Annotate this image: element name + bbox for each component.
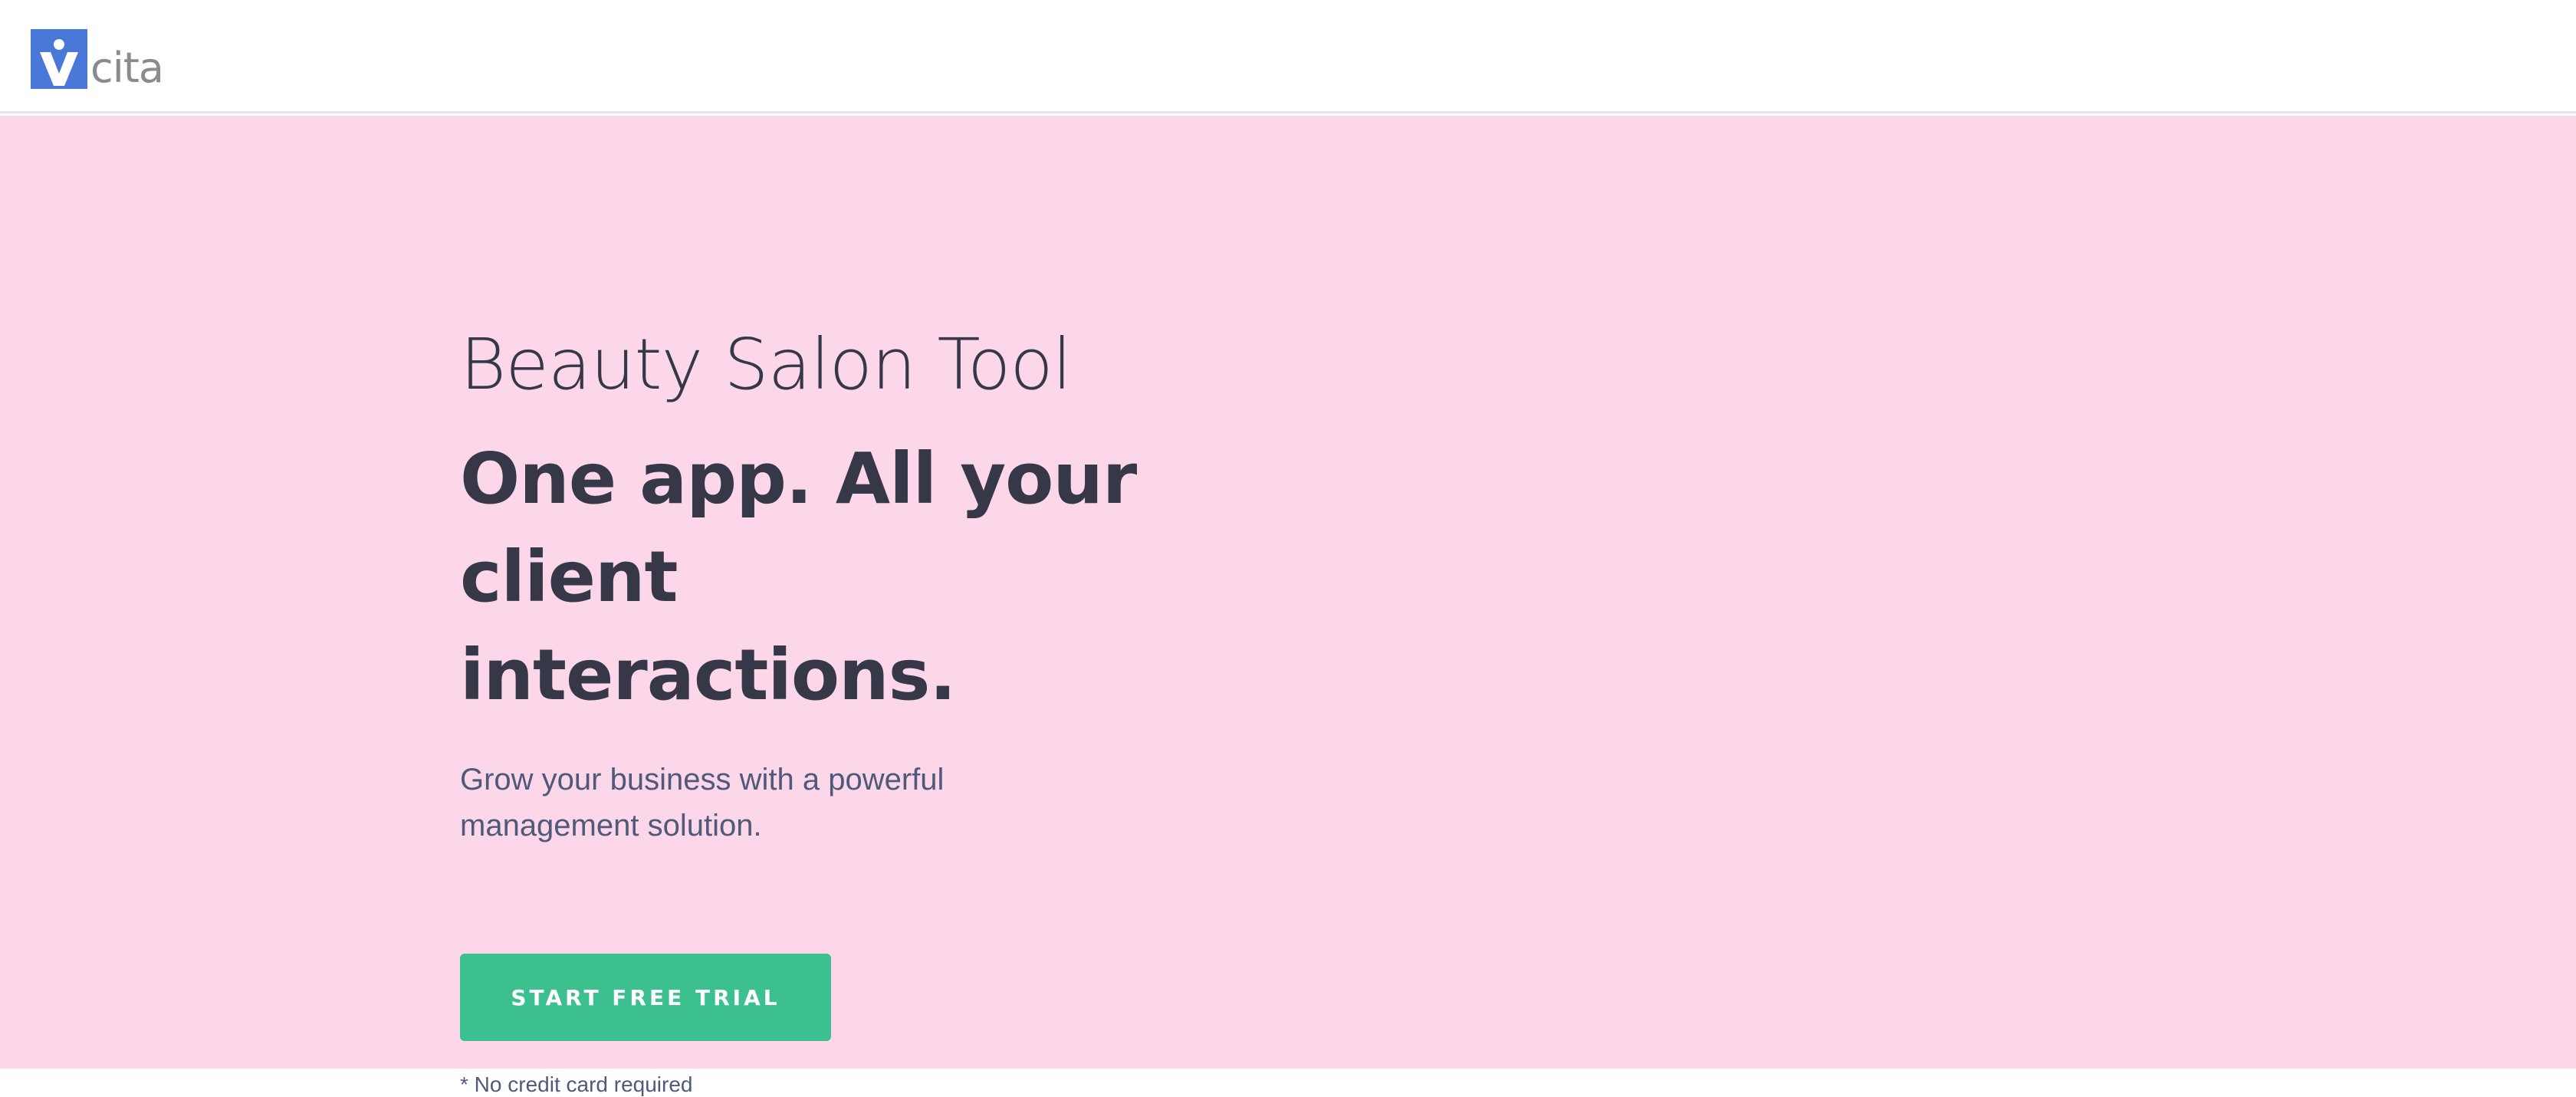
- logo-wordmark: cita: [90, 44, 164, 92]
- start-free-trial-button[interactable]: START FREE TRIAL: [460, 954, 831, 1041]
- hero-headline: One app. All your client interactions.: [460, 438, 1137, 717]
- page-title: Beauty Salon Tool: [460, 324, 1072, 406]
- top-header: cita: [0, 0, 2576, 113]
- hero-subtitle: Grow your business with a powerful manag…: [460, 763, 945, 843]
- vcita-logo-icon: [31, 29, 87, 89]
- vcita-logo[interactable]: cita: [31, 28, 164, 92]
- hero-content: Beauty Salon Tool One app. All your clie…: [460, 323, 1303, 1096]
- hero-section: Beauty Salon Tool One app. All your clie…: [0, 116, 2576, 1096]
- no-credit-card-note: * No credit card required: [460, 1072, 693, 1096]
